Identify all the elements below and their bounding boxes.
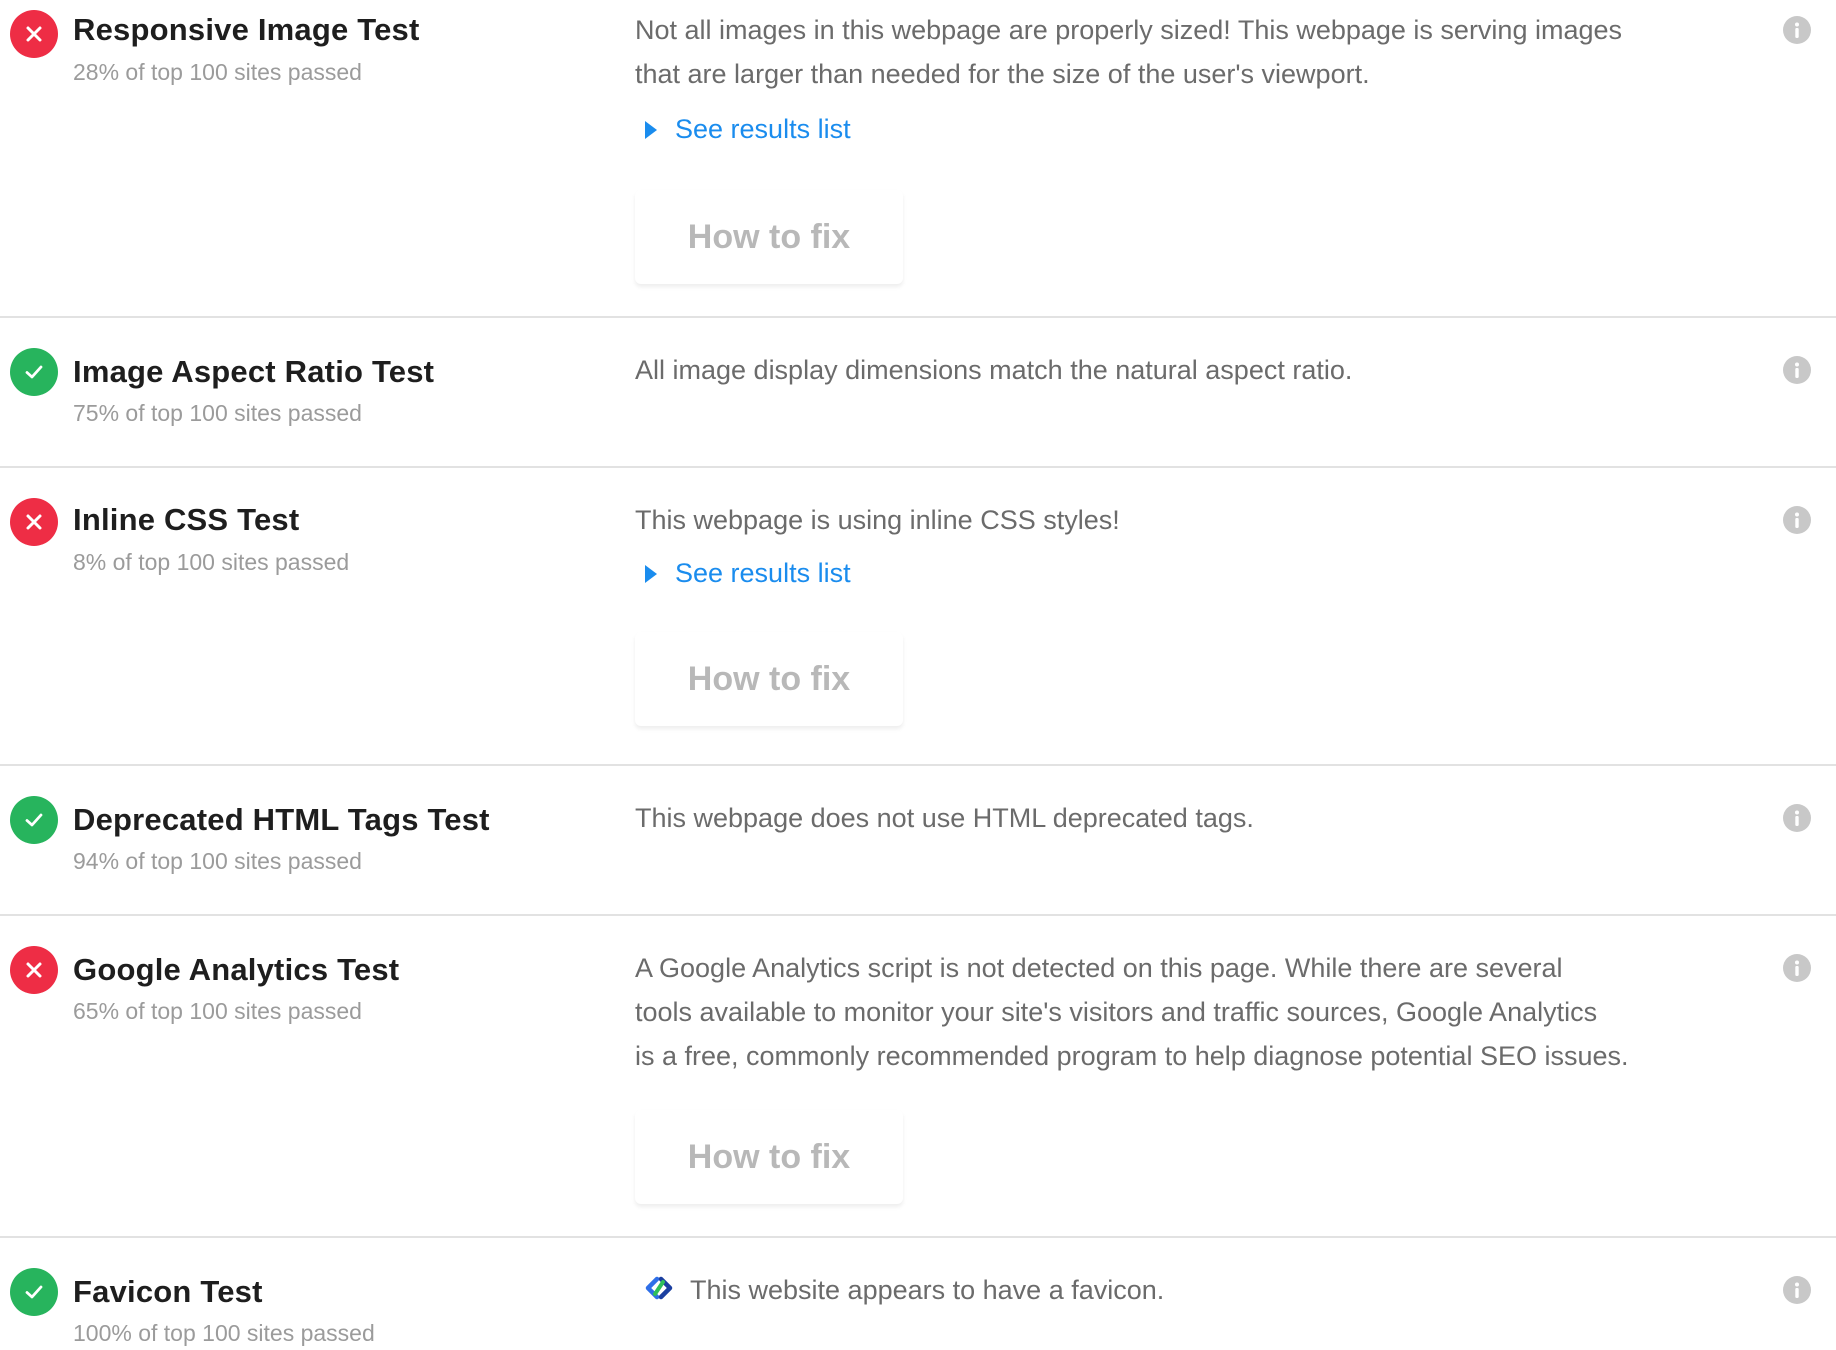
info-icon[interactable] <box>1783 1276 1811 1304</box>
info-icon[interactable] <box>1783 16 1811 44</box>
test-title: Deprecated HTML Tags Test <box>73 802 490 837</box>
test-row-favicon: Favicon Test 100% of top 100 sites passe… <box>0 1238 1836 1348</box>
how-to-fix-button[interactable]: How to fix <box>635 632 903 726</box>
info-icon[interactable] <box>1783 356 1811 384</box>
pass-check-icon <box>10 348 58 396</box>
info-icon[interactable] <box>1783 954 1811 982</box>
test-description: Not all images in this webpage are prope… <box>635 15 1623 89</box>
seo-test-results-list: Responsive Image Test 28% of top 100 sit… <box>0 0 1836 1348</box>
test-pass-rate: 100% of top 100 sites passed <box>73 1320 375 1346</box>
fail-x-icon <box>10 10 58 58</box>
see-results-list-link[interactable]: See results list <box>645 558 851 589</box>
test-title: Responsive Image Test <box>73 12 420 47</box>
how-to-fix-button[interactable]: How to fix <box>635 1110 903 1204</box>
test-pass-rate: 75% of top 100 sites passed <box>73 400 362 426</box>
test-description: All image display dimensions match the n… <box>635 355 1353 385</box>
test-pass-rate: 8% of top 100 sites passed <box>73 549 350 575</box>
test-row-inline-css: Inline CSS Test 8% of top 100 sites pass… <box>0 468 1836 766</box>
caret-right-icon <box>645 564 657 583</box>
test-description: A Google Analytics script is not detecte… <box>635 953 1629 1071</box>
test-row-image-aspect-ratio: Image Aspect Ratio Test 75% of top 100 s… <box>0 318 1836 468</box>
fail-x-icon <box>10 946 58 994</box>
fail-x-icon <box>10 498 58 546</box>
test-title: Favicon Test <box>73 1274 263 1309</box>
test-title: Inline CSS Test <box>73 502 300 537</box>
test-description: This webpage is using inline CSS styles! <box>635 505 1120 535</box>
test-row-deprecated-html-tags: Deprecated HTML Tags Test 94% of top 100… <box>0 766 1836 916</box>
test-pass-rate: 28% of top 100 sites passed <box>73 59 362 85</box>
test-pass-rate: 94% of top 100 sites passed <box>73 848 362 874</box>
test-row-google-analytics: Google Analytics Test 65% of top 100 sit… <box>0 916 1836 1238</box>
info-icon[interactable] <box>1783 506 1811 534</box>
test-description: This website appears to have a favicon. <box>690 1275 1165 1305</box>
pass-check-icon <box>10 1268 58 1316</box>
site-favicon-icon <box>645 1276 673 1300</box>
test-pass-rate: 65% of top 100 sites passed <box>73 998 362 1024</box>
caret-right-icon <box>645 120 657 139</box>
info-icon[interactable] <box>1783 804 1811 832</box>
test-row-responsive-image: Responsive Image Test 28% of top 100 sit… <box>0 0 1836 318</box>
test-title: Google Analytics Test <box>73 952 400 987</box>
pass-check-icon <box>10 796 58 844</box>
see-results-list-link[interactable]: See results list <box>645 114 851 145</box>
test-description: This webpage does not use HTML deprecate… <box>635 803 1254 833</box>
test-title: Image Aspect Ratio Test <box>73 354 435 389</box>
how-to-fix-button[interactable]: How to fix <box>635 190 903 284</box>
